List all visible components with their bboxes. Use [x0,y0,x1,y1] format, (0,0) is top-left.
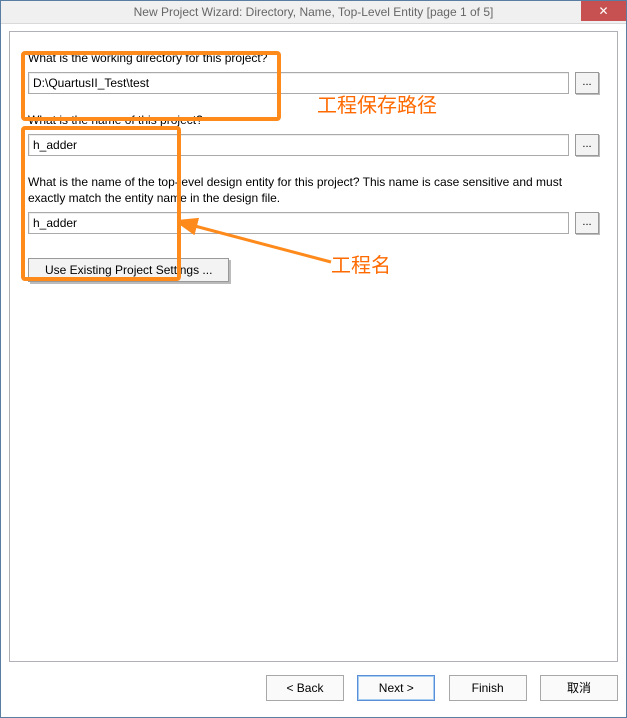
close-icon: ✕ [598,4,608,18]
row-top-level-entity: ... [28,212,599,234]
wizard-page: What is the working directory for this p… [9,31,618,662]
row-working-directory: ... [28,72,599,94]
label-project-name: What is the name of this project? [28,112,599,128]
next-button[interactable]: Next > [357,675,435,701]
wizard-footer: < Back Next > Finish 取消 [9,675,618,705]
wizard-window: New Project Wizard: Directory, Name, Top… [0,0,627,718]
window-title: New Project Wizard: Directory, Name, Top… [1,1,626,23]
input-top-level-entity[interactable] [28,212,569,234]
titlebar: New Project Wizard: Directory, Name, Top… [1,1,626,24]
finish-button[interactable]: Finish [449,675,527,701]
label-top-level-entity: What is the name of the top-level design… [28,174,599,206]
browse-working-directory-button[interactable]: ... [575,72,599,94]
close-button[interactable]: ✕ [581,1,626,21]
label-working-directory: What is the working directory for this p… [28,50,599,66]
cancel-button[interactable]: 取消 [540,675,618,701]
input-working-directory[interactable] [28,72,569,94]
use-existing-settings-button[interactable]: Use Existing Project Settings ... [28,258,229,282]
row-project-name: ... [28,134,599,156]
input-project-name[interactable] [28,134,569,156]
browse-project-name-button[interactable]: ... [575,134,599,156]
back-button[interactable]: < Back [266,675,344,701]
browse-top-level-entity-button[interactable]: ... [575,212,599,234]
